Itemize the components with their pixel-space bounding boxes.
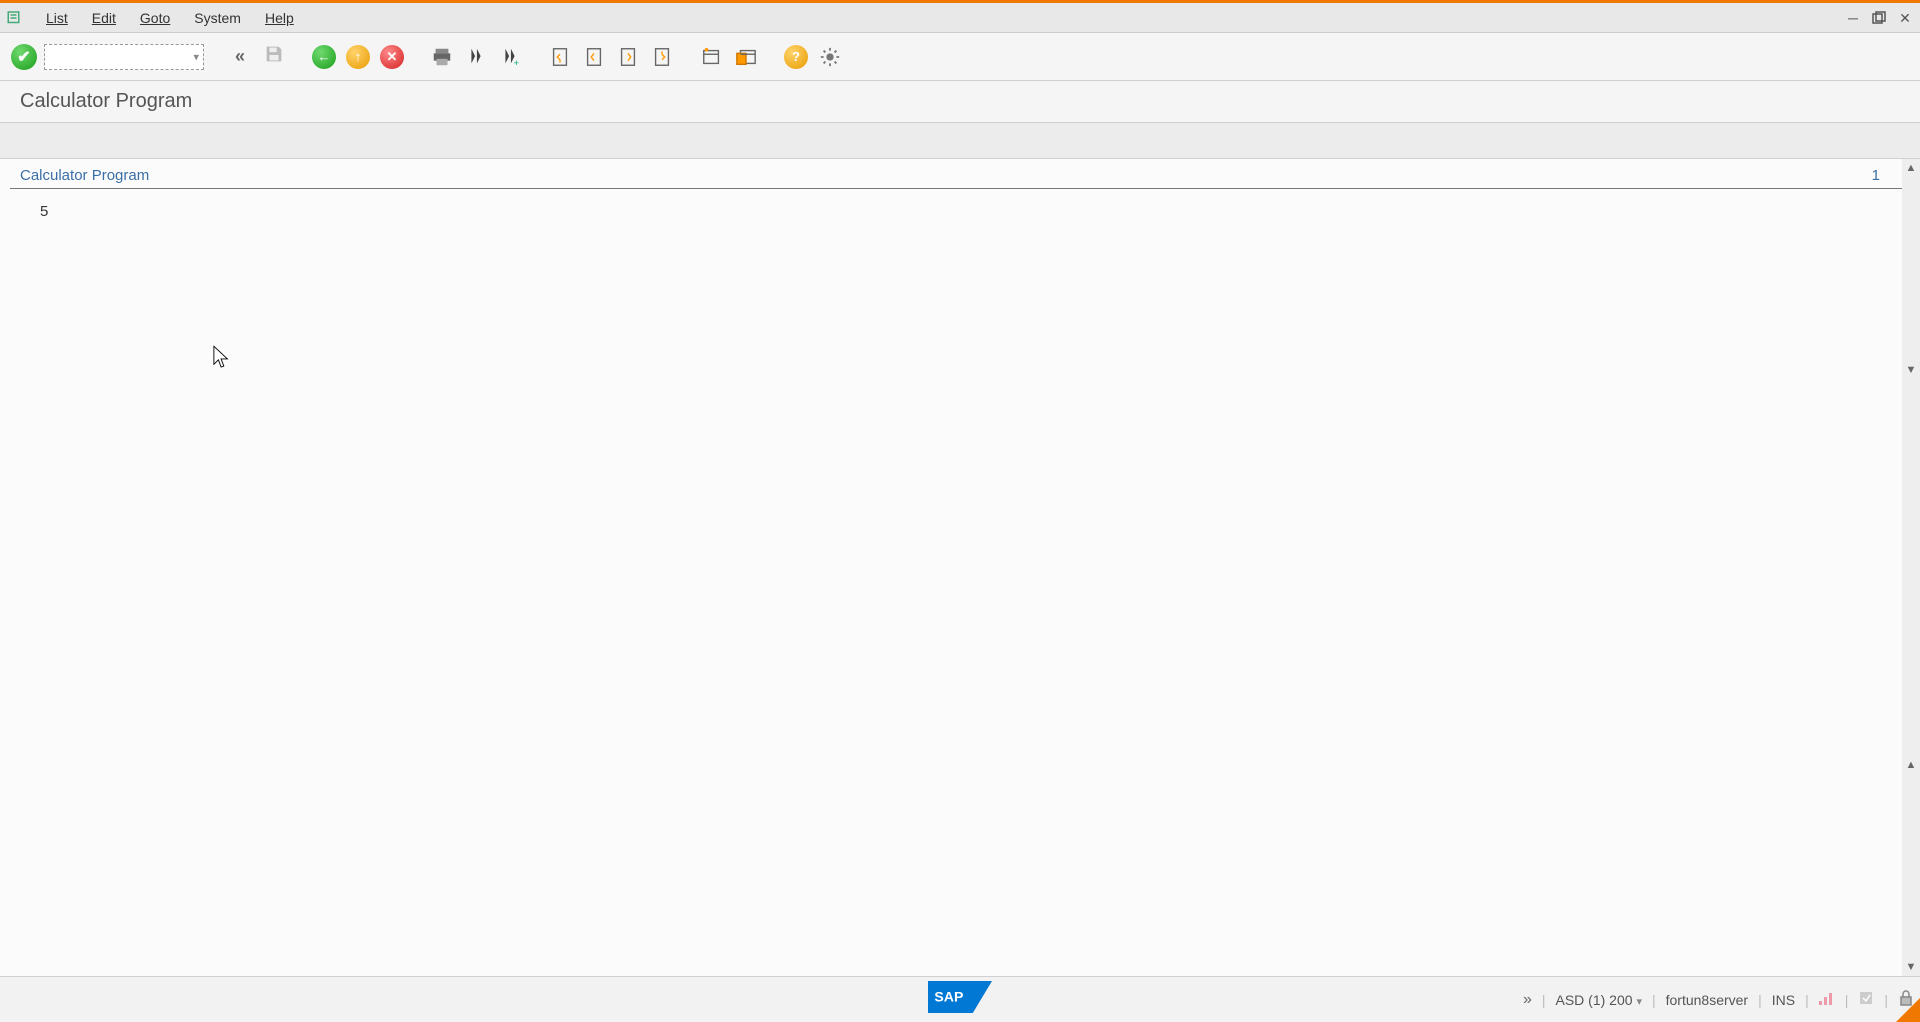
expand-status-icon[interactable]: » [1523, 991, 1532, 1009]
nav-back-button[interactable]: ← [310, 43, 338, 71]
maximize-button[interactable] [1868, 7, 1890, 29]
list-header: Calculator Program 1 [10, 159, 1910, 189]
new-session-button[interactable] [698, 43, 726, 71]
status-right: » | ASD (1) 200 ▾ | fortun8server | INS … [1523, 989, 1920, 1010]
list-body: 5 [30, 189, 1910, 235]
nav-up-button[interactable]: ↑ [344, 43, 372, 71]
customize-button[interactable] [816, 43, 844, 71]
command-field[interactable]: ▾ [44, 44, 204, 70]
window-controls: ─ ✕ [1842, 7, 1916, 29]
menu-help[interactable]: Help [253, 6, 306, 30]
generate-shortcut-button[interactable] [732, 43, 760, 71]
x-icon: ✕ [380, 45, 404, 69]
svg-text:+: + [514, 58, 519, 68]
help-icon: ? [784, 45, 808, 69]
list-header-title: Calculator Program [20, 167, 149, 184]
save-icon [263, 43, 285, 70]
status-insert-mode: INS [1772, 992, 1795, 1008]
resize-grip[interactable] [1896, 998, 1920, 1022]
menu-system[interactable]: System [182, 6, 253, 30]
find-button[interactable] [462, 43, 490, 71]
standard-toolbar: ✔ ▾ « ← ↑ ✕ + ? [0, 33, 1920, 81]
first-page-button[interactable] [546, 43, 574, 71]
scroll-down-icon[interactable]: ▼ [1906, 363, 1917, 377]
find-next-button[interactable]: + [496, 43, 524, 71]
scroll-up2-icon[interactable]: ▲ [1906, 758, 1917, 772]
menu-goto[interactable]: Goto [128, 6, 182, 30]
menu-list[interactable]: List [34, 6, 80, 30]
scroll-down2-icon[interactable]: ▼ [1906, 960, 1917, 974]
application-toolbar [0, 123, 1920, 159]
prev-page-button[interactable] [580, 43, 608, 71]
list-page-number: 1 [1872, 167, 1880, 184]
page-title: Calculator Program [20, 90, 192, 113]
list-output-area: Calculator Program 1 5 ▲ ▼ ▲ ▼ [0, 159, 1920, 976]
arrow-up-icon: ↑ [346, 45, 370, 69]
back-icon: « [235, 46, 245, 67]
print-button[interactable] [428, 43, 456, 71]
status-bar: SAP » | ASD (1) 200 ▾ | fortun8server | … [0, 976, 1920, 1022]
minimize-button[interactable]: ─ [1842, 7, 1864, 29]
arrow-left-icon: ← [312, 45, 336, 69]
check-icon: ✔ [11, 44, 37, 70]
app-menu-icon[interactable] [6, 9, 24, 27]
enter-button[interactable]: ✔ [10, 43, 38, 71]
help-button[interactable]: ? [782, 43, 810, 71]
dropdown-icon: ▾ [1636, 996, 1642, 1008]
status-server: fortun8server [1666, 992, 1748, 1008]
sap-logo: SAP [928, 981, 992, 1018]
dropdown-icon[interactable]: ▾ [193, 50, 199, 63]
menu-edit[interactable]: Edit [80, 6, 128, 30]
scroll-up-icon[interactable]: ▲ [1906, 161, 1917, 175]
save-button[interactable] [260, 43, 288, 71]
status-interpret-icon [1858, 990, 1874, 1009]
status-signal-icon [1819, 991, 1835, 1008]
close-button[interactable]: ✕ [1894, 7, 1916, 29]
last-page-button[interactable] [648, 43, 676, 71]
list-output-value: 5 [40, 203, 48, 220]
svg-text:SAP: SAP [934, 988, 963, 1004]
back-button[interactable]: « [226, 43, 254, 71]
cancel-button[interactable]: ✕ [378, 43, 406, 71]
vertical-scrollbar[interactable]: ▲ ▼ ▲ ▼ [1902, 159, 1920, 976]
status-session[interactable]: ASD (1) 200 ▾ [1556, 992, 1642, 1008]
next-page-button[interactable] [614, 43, 642, 71]
menu-bar: List Edit Goto System Help ─ ✕ [0, 3, 1920, 33]
page-title-bar: Calculator Program [0, 81, 1920, 123]
